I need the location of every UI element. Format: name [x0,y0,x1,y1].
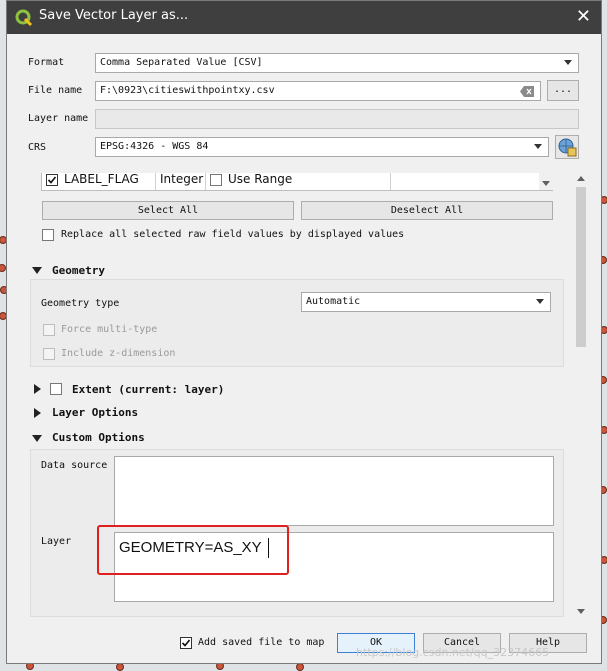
field-name: LABEL_FLAG [64,173,139,186]
force-multi-label: Force multi-type [61,324,158,335]
datasource-textarea[interactable] [114,456,554,526]
browse-button[interactable]: ... [547,80,579,101]
layer-options-header[interactable]: Layer Options [52,406,138,419]
custom-options-header[interactable]: Custom Options [52,431,145,444]
datasource-label: Data source [41,460,108,471]
checkmark-icon [47,176,57,184]
chevron-down-icon [534,144,542,149]
scrollbar-thumb[interactable] [576,187,586,347]
extent-header[interactable]: Extent (current: layer) [72,383,224,396]
replace-values-checkbox[interactable] [42,229,54,241]
extent-checkbox[interactable] [50,383,62,395]
geometry-type-select[interactable]: Automatic [301,292,551,312]
format-label: Format [28,57,65,68]
chevron-down-icon [536,299,544,304]
crs-value: EPSG:4326 - WGS 84 [100,141,209,152]
geometry-header[interactable]: Geometry [52,264,105,277]
checkmark-icon [181,639,191,647]
collapse-arrow-icon[interactable] [32,435,42,442]
field-option: Use Range [228,173,293,186]
include-z-label: Include z-dimension [61,348,176,359]
crs-select[interactable]: EPSG:4326 - WGS 84 [95,137,549,157]
layername-input[interactable] [95,109,579,129]
collapse-arrow-icon[interactable] [32,267,42,274]
layer-options-text-label: Layer [41,536,72,547]
close-icon[interactable]: ✕ [576,6,591,27]
highlight-annotation [97,525,289,575]
crs-label: CRS [28,142,47,153]
geometry-type-label: Geometry type [41,298,120,309]
geometry-type-value: Automatic [306,296,361,307]
expand-arrow-icon[interactable] [34,384,41,394]
filename-value: F:\0923\citieswithpointxy.csv [100,85,275,96]
field-type: Integer [160,173,204,186]
field-checkbox[interactable] [46,174,58,186]
filename-input[interactable]: F:\0923\citieswithpointxy.csv [95,81,541,101]
force-multi-checkbox[interactable] [43,324,55,336]
use-range-checkbox[interactable] [210,174,222,186]
format-value: Comma Separated Value [CSV] [100,57,263,68]
geometry-group: Geometry type Automatic Force multi-type… [30,279,564,367]
format-select[interactable]: Comma Separated Value [CSV] [95,53,579,73]
clear-icon[interactable] [520,86,534,97]
globe-icon [558,138,577,157]
save-vector-layer-dialog: Save Vector Layer as... ✕ Format Comma S… [6,0,602,664]
options-scrollbar[interactable] [573,173,589,617]
title-bar[interactable]: Save Vector Layer as... ✕ [7,1,601,34]
add-to-map-checkbox[interactable] [180,637,192,649]
table-scrollbar[interactable] [539,173,553,190]
fields-table[interactable]: LABEL_FLAG Integer Use Range [41,173,553,191]
chevron-down-icon [542,181,550,186]
crs-selector-button[interactable] [555,135,579,159]
replace-values-label: Replace all selected raw field values by… [61,229,405,240]
chevron-up-icon[interactable] [577,176,585,181]
window-title: Save Vector Layer as... [39,8,189,23]
chevron-down-icon [564,60,572,65]
add-to-map-label: Add saved file to map [198,637,325,648]
deselect-all-button[interactable]: Deselect All [301,201,553,220]
layername-label: Layer name [28,113,89,124]
watermark-text: https://blog.csdn.net/qq_32374665 [356,646,550,659]
qgis-logo-icon [15,9,33,27]
expand-arrow-icon[interactable] [34,408,41,418]
chevron-down-icon[interactable] [577,609,585,614]
select-all-button[interactable]: Select All [42,201,294,220]
include-z-checkbox[interactable] [43,348,55,360]
filename-label: File name [28,85,83,96]
